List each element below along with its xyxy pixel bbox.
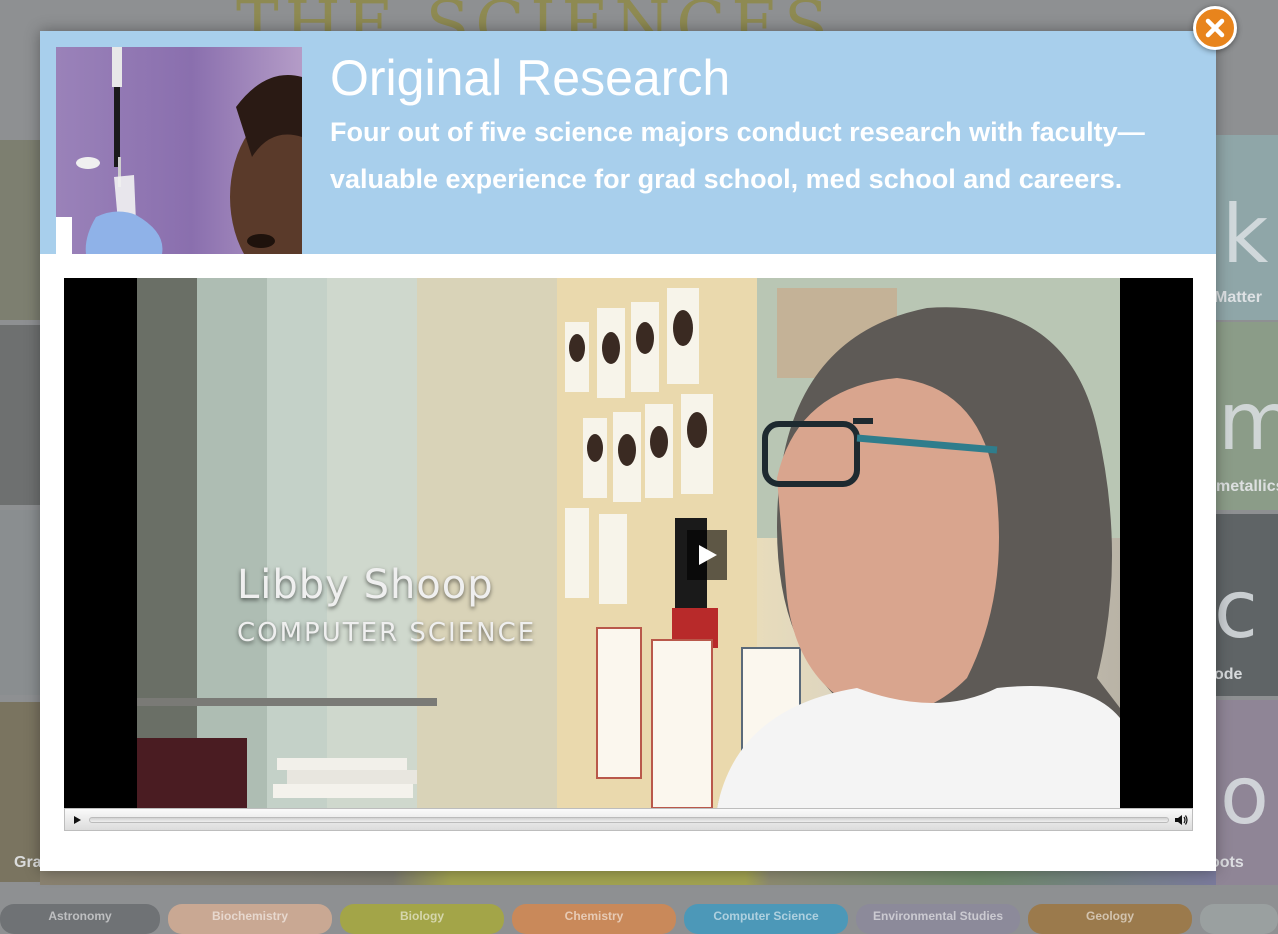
background-tile	[0, 510, 40, 695]
play-icon	[699, 545, 717, 565]
play-overlay-button[interactable]	[687, 530, 727, 580]
tile-letter: k	[1222, 188, 1269, 281]
tile-letter: o	[1220, 749, 1269, 842]
background-tile: Gra	[0, 702, 40, 882]
background-tile[interactable]: m metallics	[1216, 322, 1278, 510]
seek-bar[interactable]	[89, 817, 1169, 823]
tab-astronomy[interactable]: Astronomy	[0, 904, 160, 934]
background-tile	[0, 325, 40, 505]
tab-chemistry[interactable]: Chemistry	[512, 904, 676, 934]
volume-icon[interactable]	[1174, 813, 1188, 827]
category-tab-bar: Astronomy Biochemistry Biology Chemistry…	[0, 898, 1278, 934]
tile-caption: Gra	[14, 854, 40, 871]
lower-third-department: COMPUTER SCIENCE	[237, 618, 537, 648]
close-button[interactable]	[1193, 6, 1237, 50]
modal-subtitle: Four out of five science majors conduct …	[330, 117, 1145, 194]
researcher-pipette-image	[56, 47, 302, 254]
background-tile	[0, 140, 40, 320]
modal-title: Original Research	[330, 50, 731, 106]
tile-caption: metallics	[1216, 478, 1278, 495]
tab-more[interactable]	[1200, 904, 1278, 934]
header-photo	[56, 47, 302, 254]
tile-letter: m	[1218, 375, 1278, 468]
lower-third-name: Libby Shoop	[237, 562, 494, 608]
video-player[interactable]: Libby Shoop COMPUTER SCIENCE	[64, 278, 1193, 831]
close-icon	[1205, 18, 1225, 38]
tab-environmental-studies[interactable]: Environmental Studies	[856, 904, 1020, 934]
research-modal: Original Research Four out of five scien…	[40, 31, 1216, 871]
tab-geology[interactable]: Geology	[1028, 904, 1192, 934]
background-tile	[40, 871, 1216, 885]
modal-header: Original Research Four out of five scien…	[40, 31, 1216, 254]
background-tile[interactable]: k Matter	[1216, 135, 1278, 320]
video-poster[interactable]: Libby Shoop COMPUTER SCIENCE	[137, 278, 1120, 808]
tile-letter: c	[1216, 563, 1258, 656]
tile-caption: ode	[1216, 666, 1243, 683]
tile-caption: oots	[1216, 854, 1244, 871]
tile-caption: Matter	[1216, 289, 1263, 306]
background-tile[interactable]: o oots	[1216, 700, 1278, 885]
background-tile[interactable]: c ode	[1216, 514, 1278, 696]
tab-biology[interactable]: Biology	[340, 904, 504, 934]
video-controls	[64, 808, 1193, 831]
tab-biochemistry[interactable]: Biochemistry	[168, 904, 332, 934]
play-icon[interactable]	[71, 814, 83, 826]
interview-scene-image	[137, 278, 1120, 808]
tab-computer-science[interactable]: Computer Science	[684, 904, 848, 934]
